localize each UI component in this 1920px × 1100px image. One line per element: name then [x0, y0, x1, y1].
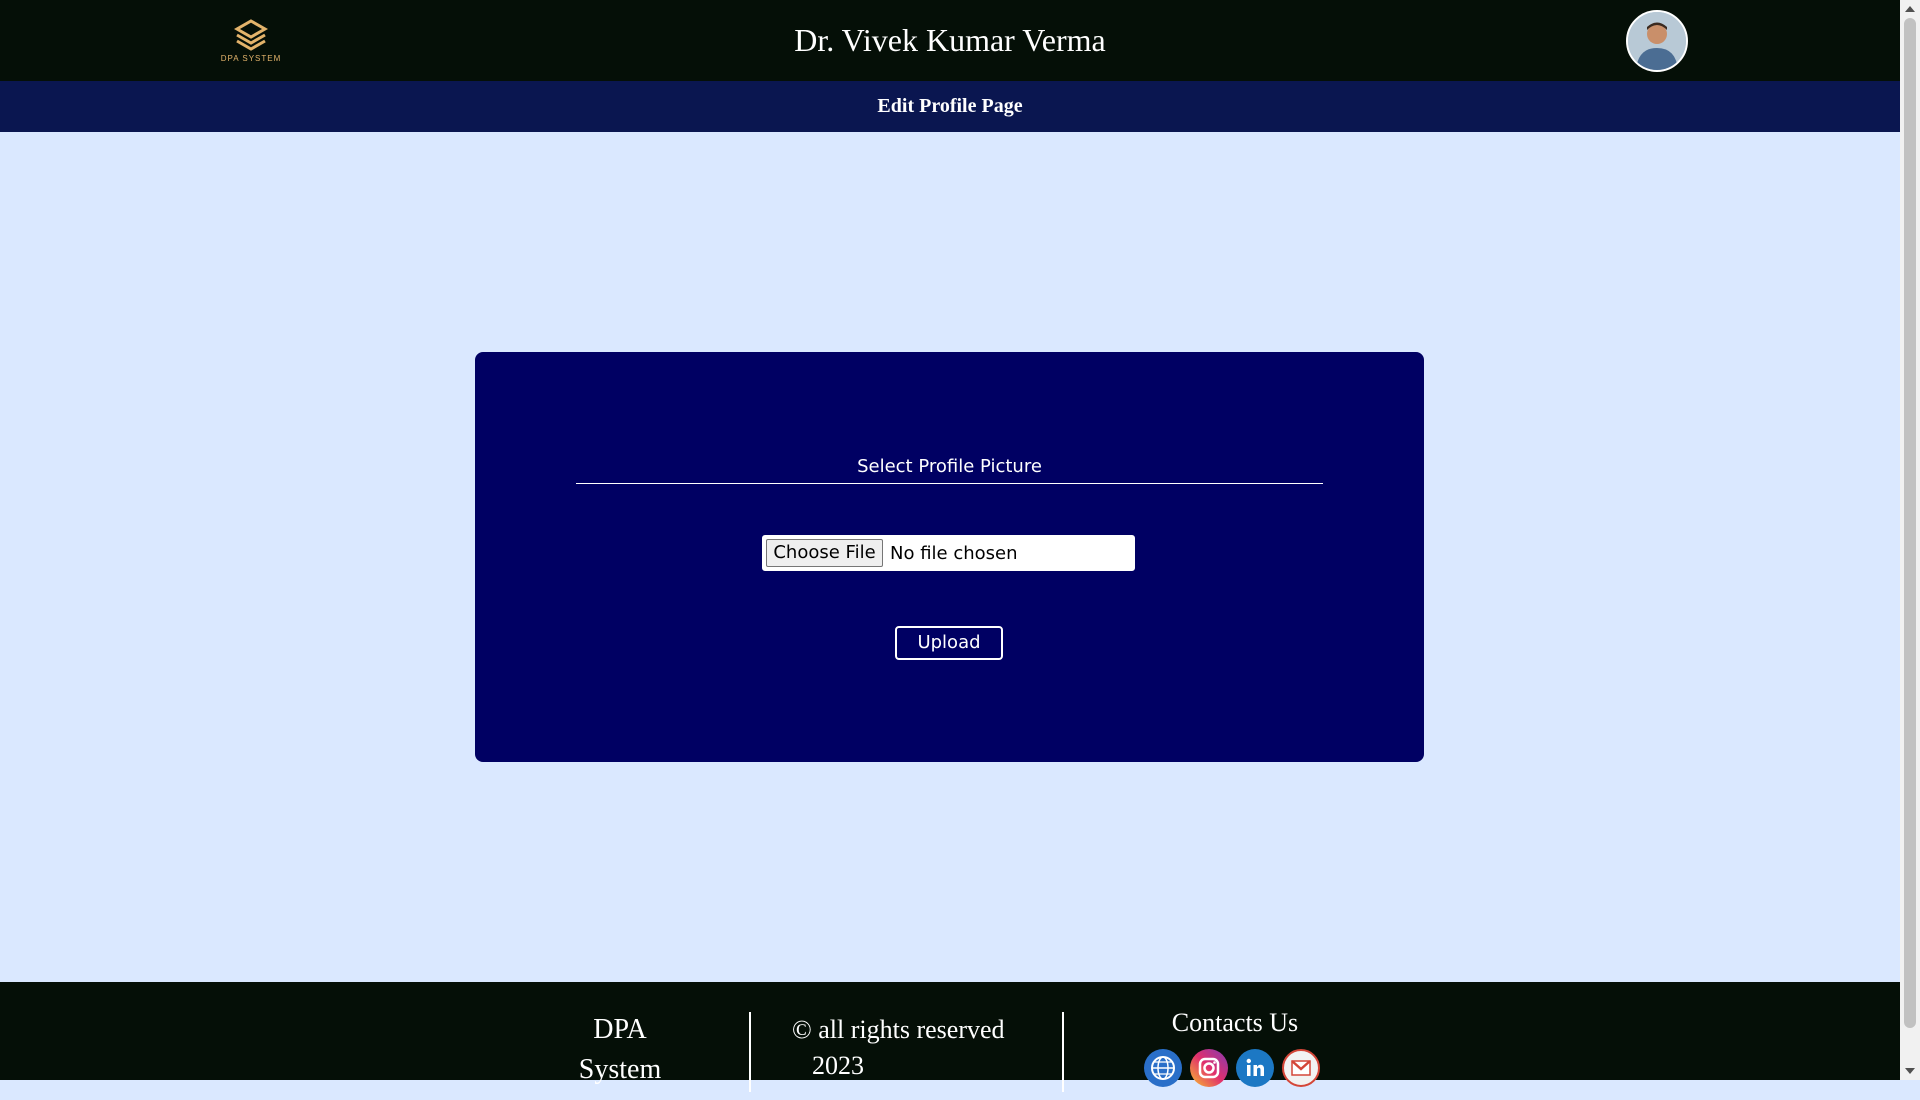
footer-brand-line2: System — [578, 1054, 662, 1085]
footer-brand: DPA System — [560, 1010, 680, 1090]
select-profile-label: Select Profile Picture — [857, 456, 1042, 477]
footer-brand-line1: DPA — [593, 1014, 647, 1045]
globe-icon[interactable] — [1144, 1049, 1182, 1087]
vertical-scrollbar[interactable] — [1900, 0, 1920, 1080]
copyright-text: © all rights reserved — [792, 1015, 1005, 1044]
subheader-title: Edit Profile Page — [877, 95, 1023, 117]
footer: DPA System © all rights reserved 2023 Co… — [0, 982, 1900, 1092]
copyright-year: 2023 — [812, 1051, 864, 1080]
sub-header: Edit Profile Page — [0, 81, 1900, 132]
footer-divider — [749, 1012, 751, 1092]
upload-card: Select Profile Picture Choose File No fi… — [475, 352, 1424, 762]
avatar-icon — [1628, 12, 1686, 70]
file-input[interactable]: Choose File No file chosen — [762, 535, 1135, 571]
footer-divider — [1062, 1012, 1064, 1092]
instagram-icon[interactable] — [1190, 1049, 1228, 1087]
label-underline — [576, 483, 1323, 484]
file-status-text: No file chosen — [890, 543, 1018, 564]
contacts-title: Contacts Us — [1171, 1008, 1299, 1037]
gmail-icon[interactable] — [1282, 1049, 1320, 1087]
choose-file-button[interactable]: Choose File — [766, 539, 883, 567]
user-avatar[interactable] — [1626, 10, 1688, 72]
scroll-up-arrow-icon[interactable] — [1905, 6, 1915, 12]
top-header: DPA SYSTEM Dr. Vivek Kumar Verma — [0, 0, 1900, 81]
scroll-down-arrow-icon[interactable] — [1905, 1068, 1915, 1074]
footer-copyright: © all rights reserved 2023 — [792, 1012, 1005, 1084]
page-title: Dr. Vivek Kumar Verma — [794, 22, 1106, 58]
linkedin-icon[interactable] — [1236, 1049, 1274, 1087]
scroll-thumb[interactable] — [1904, 18, 1916, 1028]
upload-button[interactable]: Upload — [895, 626, 1003, 660]
social-links — [1144, 1049, 1324, 1087]
